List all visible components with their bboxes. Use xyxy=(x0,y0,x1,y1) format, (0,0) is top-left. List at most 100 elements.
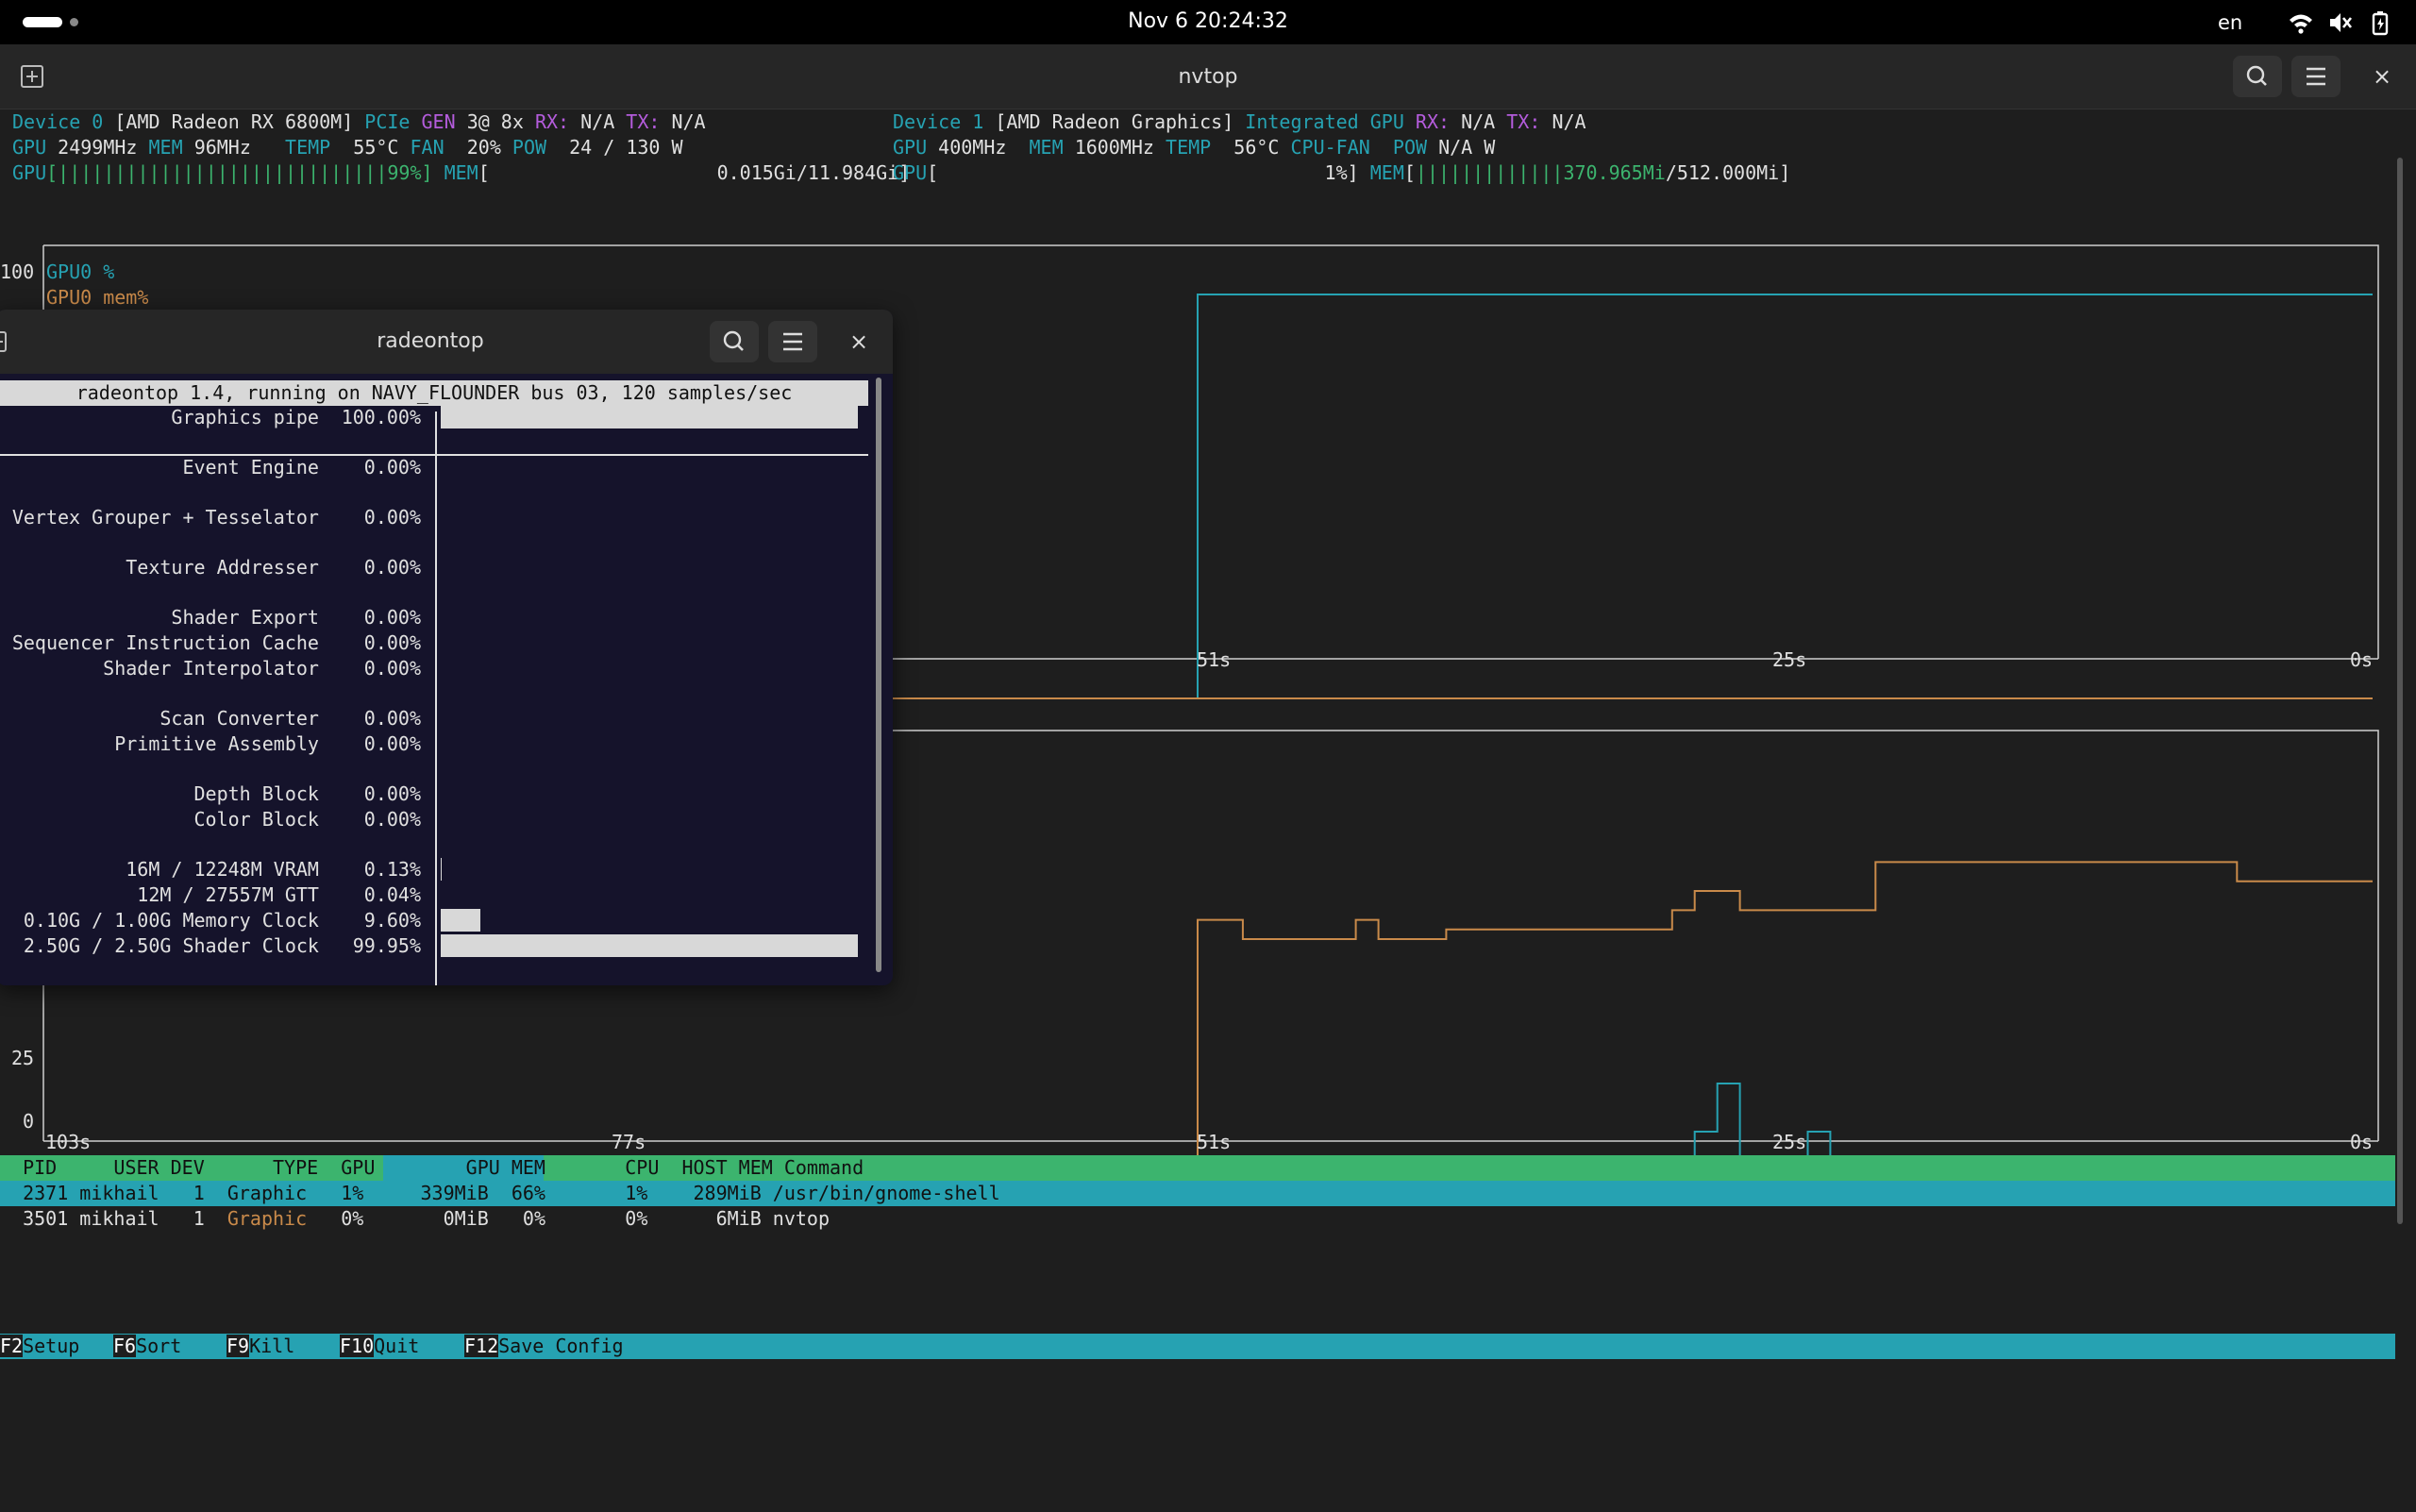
hamburger-icon xyxy=(2307,67,2325,86)
input-language[interactable]: en xyxy=(2218,11,2242,34)
volume-muted-icon[interactable] xyxy=(2327,9,2354,36)
radeontop-terminal[interactable]: radeontop 1.4, running on NAVY_FLOUNDER … xyxy=(0,374,872,985)
process-row-post: 0% 0MiB 0% 0% 6MiB nvtop xyxy=(307,1207,830,1230)
radeontop-row-label: Texture Addresser xyxy=(126,556,319,579)
fkey-label: F10 xyxy=(340,1335,375,1357)
clock[interactable]: Nov 6 20:24:32 xyxy=(0,9,2416,33)
function-key-bar: F2Setup F6Sort F9Kill F10Quit F12Save Co… xyxy=(0,1334,2395,1359)
radeontop-row: 2.50G / 2.50G Shader Clock 99.95% xyxy=(0,933,421,959)
f12-save-config-key[interactable]: F12Save Config xyxy=(464,1334,624,1359)
radeontop-row-value: 0.00% xyxy=(363,732,421,755)
radeontop-row: Primitive Assembly 0.00% xyxy=(0,731,421,757)
search-icon xyxy=(2246,65,2267,86)
radeontop-menu-button[interactable] xyxy=(768,321,817,362)
main-scrollbar[interactable] xyxy=(2397,158,2403,1224)
graph2-ytick-0: 0 xyxy=(23,1110,35,1133)
radeontop-row-label: Shader Export xyxy=(171,606,319,629)
radeontop-header: radeontop × xyxy=(0,310,893,374)
radeontop-row: Color Block 0.00% xyxy=(0,807,422,832)
process-table-header: PID USER DEV TYPE GPU GPU MEM CPU HOST M… xyxy=(0,1155,2395,1181)
fkey-action: Sort xyxy=(136,1335,216,1357)
radeontop-scroll-thumb[interactable] xyxy=(876,378,881,972)
graph2-xtick-0s: 0s xyxy=(2350,1131,2374,1153)
wifi-icon[interactable] xyxy=(2288,9,2314,36)
battery-icon[interactable] xyxy=(2367,9,2393,36)
fkey-action: Kill xyxy=(249,1335,329,1357)
radeontop-row: Event Engine 0.00% xyxy=(0,455,421,480)
radeontop-row-value: 0.04% xyxy=(363,883,421,906)
radeontop-row: 16M / 12248M VRAM 0.13% xyxy=(0,857,421,882)
process-row-type: Graphic xyxy=(226,1207,308,1230)
radeontop-row-label: Scan Converter xyxy=(159,707,319,730)
radeontop-row: 0.10G / 1.00G Memory Clock 9.60% xyxy=(0,908,421,933)
fkey-label: F6 xyxy=(113,1335,137,1357)
radeontop-row-label: 16M / 12248M VRAM xyxy=(126,858,319,881)
fkey-label: F9 xyxy=(226,1335,250,1357)
radeontop-row-value: 99.95% xyxy=(352,934,421,957)
f10-quit-key[interactable]: F10Quit xyxy=(340,1334,453,1359)
radeontop-row-value: 0.00% xyxy=(363,556,421,579)
radeontop-row-label: Shader Interpolator xyxy=(103,657,319,680)
radeontop-usage-bar xyxy=(441,858,442,881)
f2-setup-key[interactable]: F2Setup xyxy=(0,1334,102,1359)
radeontop-row: Depth Block 0.00% xyxy=(0,781,422,807)
radeontop-row-value: 0.00% xyxy=(363,808,421,831)
table-row[interactable]: 2371 mikhail 1 Graphic 1% 339MiB 66% 1% … xyxy=(0,1181,2395,1206)
process-row-pre: 3501 mikhail 1 xyxy=(0,1207,227,1230)
graph2-xtick-103s: 103s xyxy=(45,1131,92,1153)
graph2-xtick-51s: 51s xyxy=(1197,1131,1232,1153)
close-icon: × xyxy=(2372,63,2392,90)
radeontop-row: 12M / 27557M GTT 0.04% xyxy=(0,882,421,908)
window-title: nvtop xyxy=(1178,65,1238,89)
radeontop-row-label: Color Block xyxy=(193,808,319,831)
radeontop-row-label: 0.10G / 1.00G Memory Clock xyxy=(23,909,319,932)
radeontop-row-value: 100.00% xyxy=(341,406,421,428)
radeontop-row-value: 0.13% xyxy=(363,858,421,881)
radeontop-row: Shader Export 0.00% xyxy=(0,605,421,630)
process-header-text: PID USER DEV TYPE GPU GPU MEM CPU HOST M… xyxy=(0,1156,864,1179)
radeontop-row-value: 0.00% xyxy=(363,506,421,529)
fkey-label: F12 xyxy=(464,1335,499,1357)
fkey-label: F2 xyxy=(0,1335,24,1357)
radeontop-row-value: 0.00% xyxy=(363,631,421,654)
radeontop-window: radeontop × radeontop 1.4, running on NA… xyxy=(0,310,893,985)
radeontop-row: Scan Converter 0.00% xyxy=(0,706,421,731)
radeontop-row-label: 12M / 27557M GTT xyxy=(137,883,319,906)
window-header: nvtop × xyxy=(0,44,2416,109)
radeontop-row-label: Sequencer Instruction Cache xyxy=(11,631,319,654)
radeontop-row-label: 2.50G / 2.50G Shader Clock xyxy=(23,934,319,957)
close-button[interactable]: × xyxy=(2365,59,2399,93)
radeontop-row-label: Vertex Grouper + Tesselator xyxy=(11,506,319,529)
radeontop-row-value: 9.60% xyxy=(363,909,421,932)
radeontop-row-value: 0.00% xyxy=(363,456,421,479)
search-icon xyxy=(723,330,744,351)
fkey-action: Setup xyxy=(23,1335,103,1357)
fkey-action: Quit xyxy=(374,1335,454,1357)
process-row-text: 2371 mikhail 1 Graphic 1% 339MiB 66% 1% … xyxy=(0,1182,1000,1204)
radeontop-row: Sequencer Instruction Cache 0.00% xyxy=(0,630,421,656)
radeontop-row-label: Primitive Assembly xyxy=(114,732,319,755)
hamburger-icon xyxy=(783,332,802,351)
graph2-xtick-77s: 77s xyxy=(612,1131,646,1153)
radeontop-usage-bar xyxy=(441,406,858,428)
radeontop-scrollbar[interactable] xyxy=(874,374,883,978)
search-button[interactable] xyxy=(2233,56,2282,97)
radeontop-row-value: 0.00% xyxy=(363,707,421,730)
radeontop-usage-bar xyxy=(441,909,480,932)
radeontop-search-button[interactable] xyxy=(710,321,759,362)
radeontop-usage-bar xyxy=(441,934,858,957)
f6-sort-key[interactable]: F6Sort xyxy=(113,1334,215,1359)
radeontop-row-value: 0.00% xyxy=(363,606,421,629)
radeontop-row: Graphics pipe 100.00% xyxy=(0,405,421,430)
radeontop-row-label: Event Engine xyxy=(182,456,319,479)
top-bar: Nov 6 20:24:32 en xyxy=(0,0,2416,44)
radeontop-row-value: 0.00% xyxy=(363,782,421,805)
f9-kill-key[interactable]: F9Kill xyxy=(226,1334,328,1359)
radeontop-row-value: 0.00% xyxy=(363,657,421,680)
radeontop-close-button[interactable]: × xyxy=(842,325,876,359)
table-row[interactable]: 3501 mikhail 1 Graphic 0% 0MiB 0% 0% 6Mi… xyxy=(0,1206,2395,1232)
menu-button[interactable] xyxy=(2291,56,2340,97)
graph2-xtick-25s: 25s xyxy=(1772,1131,1807,1153)
fkey-action: Save Config xyxy=(498,1335,624,1357)
graph2-ytick-25: 25 xyxy=(11,1047,35,1069)
